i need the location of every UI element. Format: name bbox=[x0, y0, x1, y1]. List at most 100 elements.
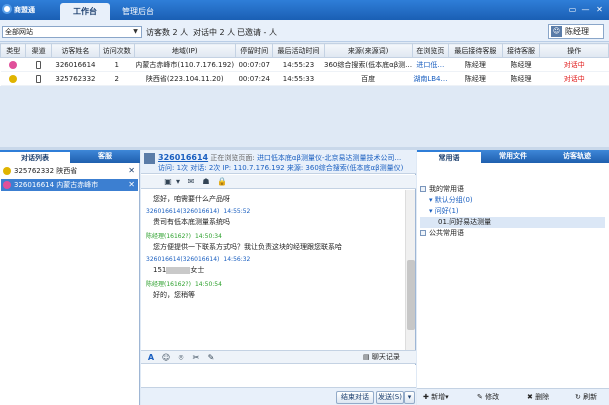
browsing-page-link[interactable]: 进口低本底αβ测量仪-北京易达测量技术公司... bbox=[257, 154, 401, 162]
col-agent[interactable]: 接待客服 bbox=[501, 43, 541, 58]
visitor-id-link[interactable]: 326016614 bbox=[158, 153, 208, 162]
screenshot-icon[interactable]: ✂ bbox=[191, 353, 201, 363]
tree-item[interactable]: ▾ 默认分组(0) bbox=[420, 195, 605, 206]
list-item[interactable]: 326016614 内蒙古赤峰市 ✕ bbox=[1, 179, 138, 191]
close-icon[interactable]: ✕ bbox=[594, 4, 605, 15]
message-text: 您好，咱需要什么产品呀 bbox=[153, 195, 230, 203]
message-time: 14:55:52 bbox=[223, 208, 251, 215]
table-row[interactable]: 325762332 2 陕西省(223.104.11.20) 00:07:24 … bbox=[0, 71, 609, 86]
col-type[interactable]: 类型 bbox=[0, 43, 27, 58]
col-last-active[interactable]: 最后活动时间 bbox=[272, 43, 325, 58]
visitor-id: 325762332 bbox=[51, 71, 100, 86]
col-visitor-name[interactable]: 访客姓名 bbox=[50, 43, 100, 58]
current-page-link[interactable]: 进口低… bbox=[412, 57, 449, 72]
col-action[interactable]: 操作 bbox=[539, 43, 609, 58]
user-icon[interactable]: ☗ bbox=[201, 177, 211, 187]
add-icon: ✚ bbox=[423, 393, 432, 401]
restore-icon[interactable]: ▭ bbox=[567, 4, 578, 15]
col-stay[interactable]: 停留时间 bbox=[234, 43, 274, 58]
image-icon[interactable]: ⌾ bbox=[176, 353, 186, 363]
mail-icon[interactable]: ✉ bbox=[186, 177, 196, 187]
tab-files[interactable]: 常用文件 bbox=[481, 150, 545, 163]
emoji-icon[interactable]: ☺ bbox=[161, 353, 171, 363]
list-item[interactable]: 325762332 陕西省 ✕ bbox=[1, 165, 138, 177]
phrases-pane: 常用语 常用文件 访客轨迹 我的常用语 ▾ 默认分组(0) ▾ 问好(1) 01.问好… bbox=[417, 150, 609, 405]
refresh-button[interactable]: ↻ 刷新 bbox=[575, 392, 597, 403]
tab-workbench[interactable]: 工作台 bbox=[60, 3, 110, 20]
message-header: 326016614(326016614) 14:55:52 bbox=[146, 208, 401, 215]
tree-item-label: 01.问好易达测量 bbox=[438, 218, 492, 226]
app-title: 商盟通 bbox=[14, 6, 35, 14]
user-menu[interactable]: ☺ 陈经理 bbox=[548, 24, 604, 39]
redacted-block bbox=[166, 266, 191, 274]
chat-footer: 结束对话 发送(S) ▾ bbox=[141, 387, 416, 405]
col-channel[interactable]: 渠道 bbox=[25, 43, 52, 58]
edit-phrase-button[interactable]: ✎ 修改 bbox=[477, 392, 499, 403]
send-options-chevron-icon[interactable]: ▾ bbox=[404, 391, 415, 404]
lock-icon[interactable]: 🔒 bbox=[217, 177, 227, 187]
scrollbar-thumb[interactable] bbox=[407, 260, 415, 330]
end-chat-button[interactable]: 结束对话 bbox=[336, 391, 374, 404]
visitor-avatar-icon bbox=[144, 153, 155, 164]
user-avatar-icon: ☺ bbox=[551, 26, 562, 37]
message-sender: 陈经理(16162?) bbox=[146, 281, 191, 288]
site-select[interactable]: 全部网站 ▼ bbox=[2, 26, 142, 38]
visitor-type-icon bbox=[9, 60, 18, 69]
table-row[interactable]: 326016614 1 内蒙古赤峰市(110.7.176.192) 00:07:… bbox=[0, 57, 609, 72]
tree-item[interactable]: 我的常用语 bbox=[420, 184, 605, 195]
tab-visitor-track[interactable]: 访客轨迹 bbox=[545, 150, 609, 163]
table-header-row: 类型 渠道 访客姓名 访问次数 地域(IP) 停留时间 最后活动时间 来源(来源… bbox=[0, 43, 609, 58]
col-page[interactable]: 在浏览页 bbox=[411, 43, 450, 58]
conversation-label: 326016614 内蒙古赤峰市 bbox=[14, 181, 99, 189]
chat-history-button[interactable]: ▤ 聊天记录 bbox=[363, 352, 413, 363]
tab-conversation-list[interactable]: 对话列表 bbox=[0, 150, 70, 163]
message-header: 陈经理(16162?) 14:50:34 bbox=[146, 231, 401, 240]
tree-item-label: 我的常用语 bbox=[429, 185, 464, 193]
region: 陕西省(223.104.11.20) bbox=[134, 71, 236, 86]
message-scrollbar[interactable] bbox=[405, 190, 415, 350]
channel-cell bbox=[25, 57, 52, 72]
message-text: 贵司有低本底测量系统吗 bbox=[153, 218, 230, 226]
tab-admin[interactable]: 管理后台 bbox=[113, 3, 163, 20]
folder-icon bbox=[420, 186, 426, 192]
last-active: 14:55:33 bbox=[272, 71, 324, 86]
browsing-label: 正在浏览页面: bbox=[210, 154, 255, 162]
chevron-down-icon: ▾ bbox=[445, 393, 449, 401]
message-sender: 326016614(326016614) bbox=[146, 208, 220, 215]
add-phrase-button[interactable]: ✚ 新增▾ bbox=[423, 392, 449, 403]
delete-icon: ✖ bbox=[527, 393, 536, 401]
send-button[interactable]: 发送(S) bbox=[376, 391, 404, 404]
font-icon[interactable]: A bbox=[146, 353, 156, 363]
visitor-count: 访客数 2 人 bbox=[146, 28, 189, 37]
message-time: 14:50:34 bbox=[194, 233, 222, 240]
tree-item[interactable]: ▾ 问好(1) bbox=[420, 206, 605, 217]
current-page-link[interactable]: 湖南LB4… bbox=[412, 71, 449, 86]
minimize-icon[interactable]: — bbox=[580, 4, 591, 15]
close-icon[interactable]: ✕ bbox=[128, 179, 135, 191]
visitor-id: 326016614 bbox=[51, 57, 100, 72]
message-input[interactable] bbox=[141, 365, 416, 387]
status-badge[interactable]: 对话中 bbox=[539, 71, 609, 86]
close-icon[interactable]: ✕ bbox=[128, 165, 135, 177]
tab-phrases[interactable]: 常用语 bbox=[417, 150, 481, 163]
status-badge[interactable]: 对话中 bbox=[539, 57, 609, 72]
chevron-down-icon: ▼ bbox=[133, 28, 138, 35]
message-header: 326016614(326016614) 14:56:32 bbox=[146, 256, 401, 263]
delete-phrase-button[interactable]: ✖ 删除 bbox=[527, 392, 549, 403]
edit-icon[interactable]: ✎ bbox=[206, 353, 216, 363]
source: 百度 bbox=[324, 71, 413, 86]
edit-icon: ✎ bbox=[477, 393, 486, 401]
col-source[interactable]: 来源(来源词) bbox=[323, 43, 413, 58]
visitor-stats: 访问: 1次 对话: 2次 IP: 110.7.176.192 来源: 360综… bbox=[158, 164, 404, 172]
col-last-agent[interactable]: 最后接待客服 bbox=[448, 43, 503, 58]
tree-item[interactable]: 公共常用语 bbox=[420, 228, 605, 239]
col-region[interactable]: 地域(IP) bbox=[133, 43, 236, 58]
folder-icon[interactable]: ▣ bbox=[163, 177, 173, 187]
chevron-down-icon[interactable]: ▾ bbox=[173, 177, 183, 187]
conversation-pane: 对话列表 客服 325762332 陕西省 ✕ 326016614 内蒙古赤峰市… bbox=[0, 150, 140, 405]
stay-time: 00:07:24 bbox=[235, 71, 273, 86]
tab-agents[interactable]: 客服 bbox=[70, 150, 140, 163]
col-visits[interactable]: 访问次数 bbox=[98, 43, 135, 58]
tree-item[interactable]: 01.问好易达测量 bbox=[420, 217, 605, 228]
app-logo-icon bbox=[2, 4, 12, 14]
